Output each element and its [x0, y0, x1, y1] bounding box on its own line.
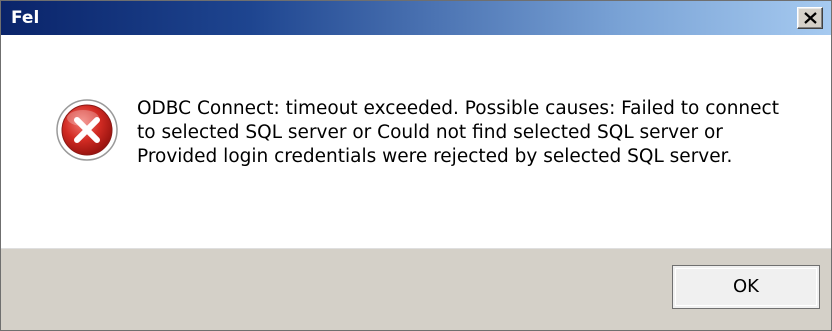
error-icon	[56, 99, 118, 161]
button-bar: OK	[1, 248, 831, 330]
close-button[interactable]	[797, 7, 823, 29]
error-message: ODBC Connect: timeout exceeded. Possible…	[137, 98, 779, 167]
ok-button[interactable]: OK	[672, 265, 820, 309]
close-icon	[804, 12, 817, 24]
error-dialog: Fel ODBC Connect: timeout exceeded. Poss…	[0, 0, 832, 331]
window-title: Fel	[11, 8, 40, 28]
title-bar[interactable]: Fel	[1, 1, 831, 35]
dialog-body: ODBC Connect: timeout exceeded. Possible…	[1, 35, 831, 248]
